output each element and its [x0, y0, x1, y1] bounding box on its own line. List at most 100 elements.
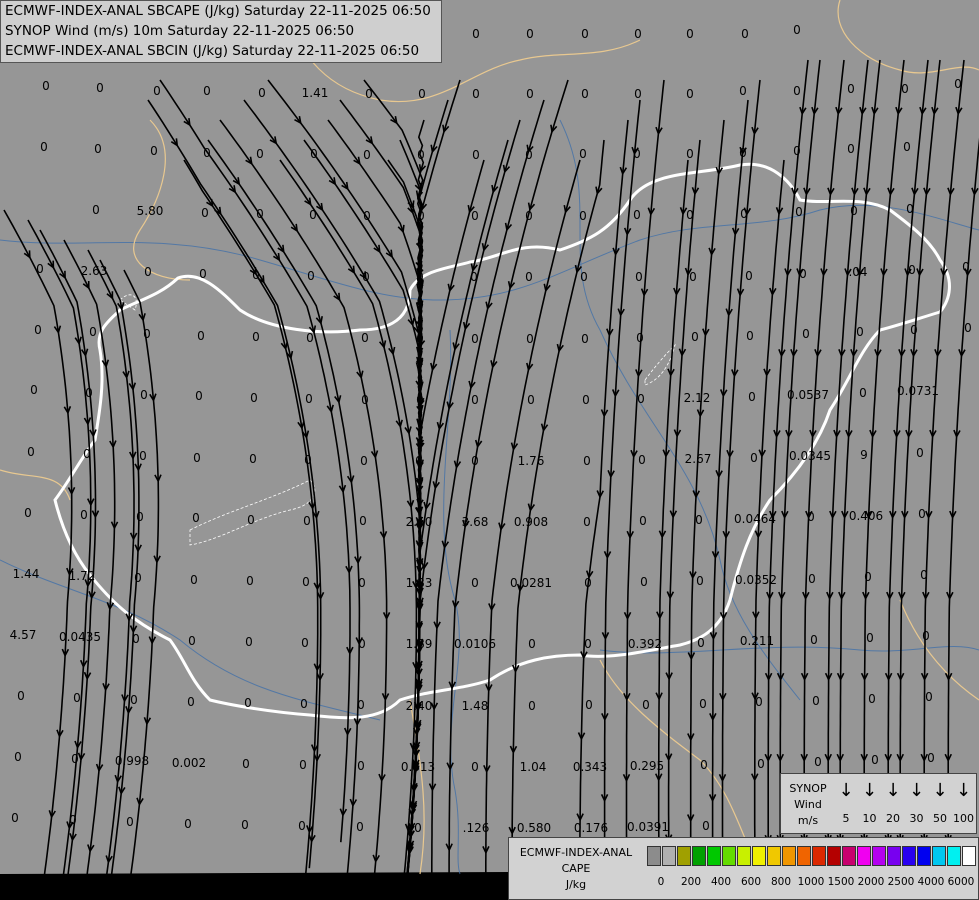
- cape-value-label: 0: [134, 571, 142, 585]
- cape-value-label: 0: [910, 323, 918, 337]
- cape-value-label: 0: [361, 331, 369, 345]
- cape-value-label: 0: [639, 514, 647, 528]
- cape-value-label: 4.57: [10, 628, 37, 642]
- cape-value-label: 0.0281: [510, 576, 552, 590]
- cape-value-label: 0: [310, 147, 318, 161]
- cape-value-label: 0: [916, 446, 924, 460]
- cape-value-label: 0: [920, 568, 928, 582]
- cape-value-label: 0: [583, 454, 591, 468]
- cape-value-label: 0: [799, 267, 807, 281]
- cape-value-label: 0: [850, 204, 858, 218]
- map-background: [0, 0, 979, 874]
- cape-color-legend: ECMWF-INDEX-ANAL CAPE J/kg 0 200 400 600 800…: [508, 837, 979, 900]
- cape-value-label: .126: [463, 821, 490, 835]
- cape-value-label: 0: [143, 327, 151, 341]
- cape-value-label: 1.48: [462, 699, 489, 713]
- cape-value-label: 0: [741, 27, 749, 41]
- cape-swatch: [932, 846, 946, 866]
- cape-value-label: 0: [471, 332, 479, 346]
- cape-value-label: 2.50: [406, 515, 433, 529]
- cape-value-label: 0: [581, 27, 589, 41]
- cape-value-label: 0: [964, 321, 972, 335]
- synop-legend-arrow-icon: ↓: [838, 780, 854, 801]
- cape-value-label: 0: [906, 202, 914, 216]
- cape-value-label: 0: [795, 205, 803, 219]
- cape-value-label: 0: [258, 86, 266, 100]
- cape-value-label: 0.0464: [734, 512, 776, 526]
- cape-value-label: 1.04: [520, 760, 547, 774]
- cape-value-label: 0: [739, 84, 747, 98]
- cape-value-label: 0: [638, 453, 646, 467]
- cape-value-label: 0: [201, 206, 209, 220]
- cape-value-label: 0: [150, 144, 158, 158]
- cape-legend-subtitle: CAPE: [561, 862, 591, 875]
- cape-value-label: 0: [793, 144, 801, 158]
- title-line-wind: SYNOP Wind (m/s) 10m Saturday 22-11-2025…: [5, 23, 355, 39]
- cape-value-label: 1.41: [302, 86, 329, 100]
- cape-value-label: 0: [642, 698, 650, 712]
- cape-value-label: 0: [360, 454, 368, 468]
- cape-value-label: 0: [691, 330, 699, 344]
- cape-value-label: 0: [416, 393, 424, 407]
- synop-legend-value: 5: [842, 812, 850, 825]
- cape-value-label: 0: [750, 451, 758, 465]
- cape-value-label: 0: [583, 515, 591, 529]
- cape-value-label: 1.76: [518, 454, 545, 468]
- cape-swatch: [827, 846, 841, 866]
- weather-map[interactable]: 0 0 0 0 0 0 0 0 0 0 0 0 0 0 0 0 0 0 0 1.41 0 0 0 0 0 0 0 0 0 0 0 0 0 0 0 0 0…: [0, 0, 979, 900]
- cape-value-label: 0: [635, 270, 643, 284]
- cape-value-label: 0: [579, 209, 587, 223]
- cape-value-label: 0: [73, 691, 81, 705]
- cape-value-label: 0: [80, 508, 88, 522]
- cape-value-label: 0: [699, 697, 707, 711]
- cape-value-label: 0: [954, 77, 962, 91]
- cape-value-label: 0: [34, 323, 42, 337]
- cape-value-label: 0: [362, 270, 370, 284]
- cape-value-label: 2.40: [406, 699, 433, 713]
- cape-value-label: 3.68: [462, 515, 489, 529]
- synop-legend-unit: m/s: [797, 814, 819, 827]
- cape-value-label: 0: [42, 79, 50, 93]
- cape-legend-label: 6000: [947, 876, 975, 888]
- cape-value-label: 0: [868, 692, 876, 706]
- cape-value-label: 0.295: [630, 759, 664, 773]
- cape-value-label: 0: [470, 270, 478, 284]
- cape-value-label: 0.998: [115, 754, 149, 768]
- map-black-edge: [0, 872, 510, 900]
- cape-value-label: 0: [30, 383, 38, 397]
- synop-legend-title: SYNOP: [789, 782, 827, 795]
- cape-value-label: 1.72: [69, 569, 96, 583]
- cape-swatch: [722, 846, 736, 866]
- cape-value-label: 0: [252, 330, 260, 344]
- cape-swatch: [647, 846, 661, 866]
- cape-value-label: 0: [903, 140, 911, 154]
- cape-swatch: [872, 846, 886, 866]
- synop-legend-value: 10: [862, 812, 877, 825]
- cape-value-label: 0: [633, 208, 641, 222]
- cape-value-label: 0: [856, 325, 864, 339]
- cape-value-label: 0: [85, 386, 93, 400]
- cape-value-label: 0: [859, 386, 867, 400]
- cape-value-label: 0: [866, 631, 874, 645]
- synop-legend-arrow-icon: ↓: [885, 780, 901, 801]
- cape-value-label: 0: [927, 751, 935, 765]
- cape-value-label: 0: [634, 87, 642, 101]
- cape-value-label: 0: [199, 267, 207, 281]
- cape-value-label: 0: [640, 575, 648, 589]
- cape-value-label: 0: [636, 331, 644, 345]
- cape-value-label: 0: [526, 27, 534, 41]
- cape-value-label: 0: [697, 636, 705, 650]
- cape-value-label: 0: [24, 506, 32, 520]
- cape-value-label: 0: [184, 817, 192, 831]
- cape-value-label: 0: [582, 393, 590, 407]
- cape-value-label: 0: [92, 203, 100, 217]
- cape-value-label: 0: [471, 760, 479, 774]
- cape-value-label: 0: [190, 573, 198, 587]
- cape-swatch: [917, 846, 931, 866]
- cape-value-label: 0.392: [628, 637, 662, 651]
- cape-value-label: 0: [525, 148, 533, 162]
- cape-swatch: [962, 846, 976, 866]
- cape-value-label: 0: [526, 332, 534, 346]
- cape-value-label: 0: [807, 510, 815, 524]
- cape-value-label: 0: [187, 695, 195, 709]
